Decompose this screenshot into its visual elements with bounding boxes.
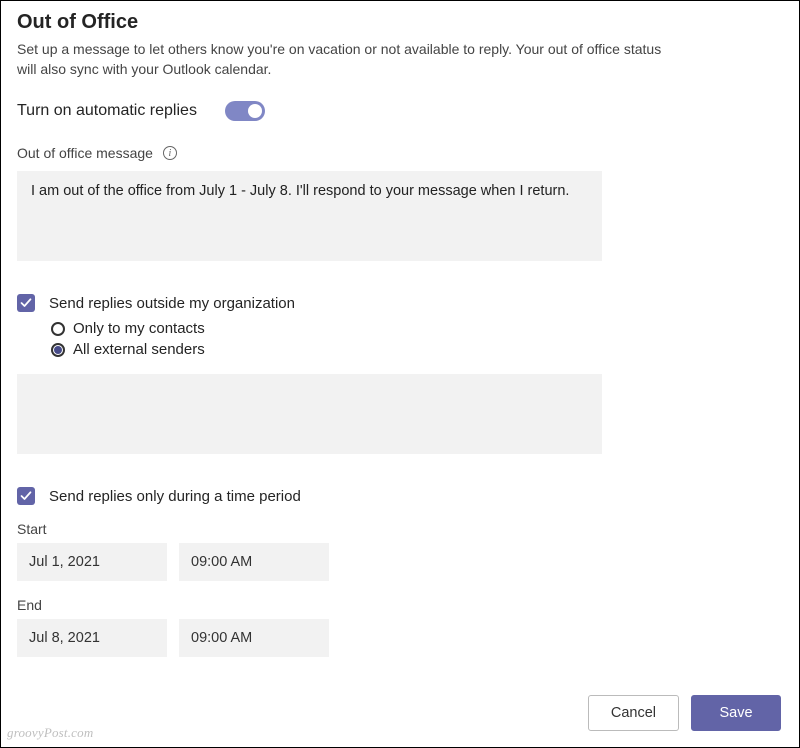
external-radio-group: Only to my contacts All external senders — [51, 320, 783, 358]
check-icon — [20, 297, 32, 309]
auto-replies-row: Turn on automatic replies — [17, 101, 783, 121]
check-icon — [20, 490, 32, 502]
cancel-button[interactable]: Cancel — [588, 695, 679, 731]
auto-replies-label: Turn on automatic replies — [17, 102, 197, 120]
save-button[interactable]: Save — [691, 695, 781, 731]
start-label: Start — [17, 521, 783, 537]
message-label-row: Out of office message i — [17, 145, 783, 161]
schedule-check-row: Send replies only during a time period — [17, 487, 783, 505]
radio-all-label: All external senders — [73, 341, 205, 358]
watermark: groovyPost.com — [7, 725, 93, 741]
info-icon[interactable]: i — [163, 146, 177, 160]
end-row: Jul 8, 2021 09:00 AM — [17, 619, 783, 657]
page-title: Out of Office — [17, 11, 783, 34]
end-label: End — [17, 597, 783, 613]
out-of-office-dialog: Out of Office Set up a message to let ot… — [0, 0, 800, 748]
start-time-picker[interactable]: 09:00 AM — [179, 543, 329, 581]
start-date-picker[interactable]: Jul 1, 2021 — [17, 543, 167, 581]
radio-row-all[interactable]: All external senders — [51, 341, 783, 358]
schedule-block: Send replies only during a time period S… — [17, 487, 783, 657]
toggle-knob — [248, 104, 262, 118]
end-date-picker[interactable]: Jul 8, 2021 — [17, 619, 167, 657]
schedule-checkbox[interactable] — [17, 487, 35, 505]
radio-all[interactable] — [51, 343, 65, 357]
external-check-row: Send replies outside my organization — [17, 294, 783, 312]
external-label: Send replies outside my organization — [49, 295, 295, 312]
schedule-label: Send replies only during a time period — [49, 488, 301, 505]
external-message-textarea[interactable] — [17, 374, 602, 454]
radio-contacts[interactable] — [51, 322, 65, 336]
external-replies-block: Send replies outside my organization Onl… — [17, 294, 783, 459]
message-label: Out of office message — [17, 145, 153, 161]
auto-replies-toggle[interactable] — [225, 101, 265, 121]
radio-row-contacts[interactable]: Only to my contacts — [51, 320, 783, 337]
page-description: Set up a message to let others know you'… — [17, 40, 677, 79]
radio-contacts-label: Only to my contacts — [73, 320, 205, 337]
ooo-message-textarea[interactable] — [17, 171, 602, 261]
dialog-footer: Cancel Save — [588, 695, 781, 731]
start-row: Jul 1, 2021 09:00 AM — [17, 543, 783, 581]
external-checkbox[interactable] — [17, 294, 35, 312]
end-time-picker[interactable]: 09:00 AM — [179, 619, 329, 657]
